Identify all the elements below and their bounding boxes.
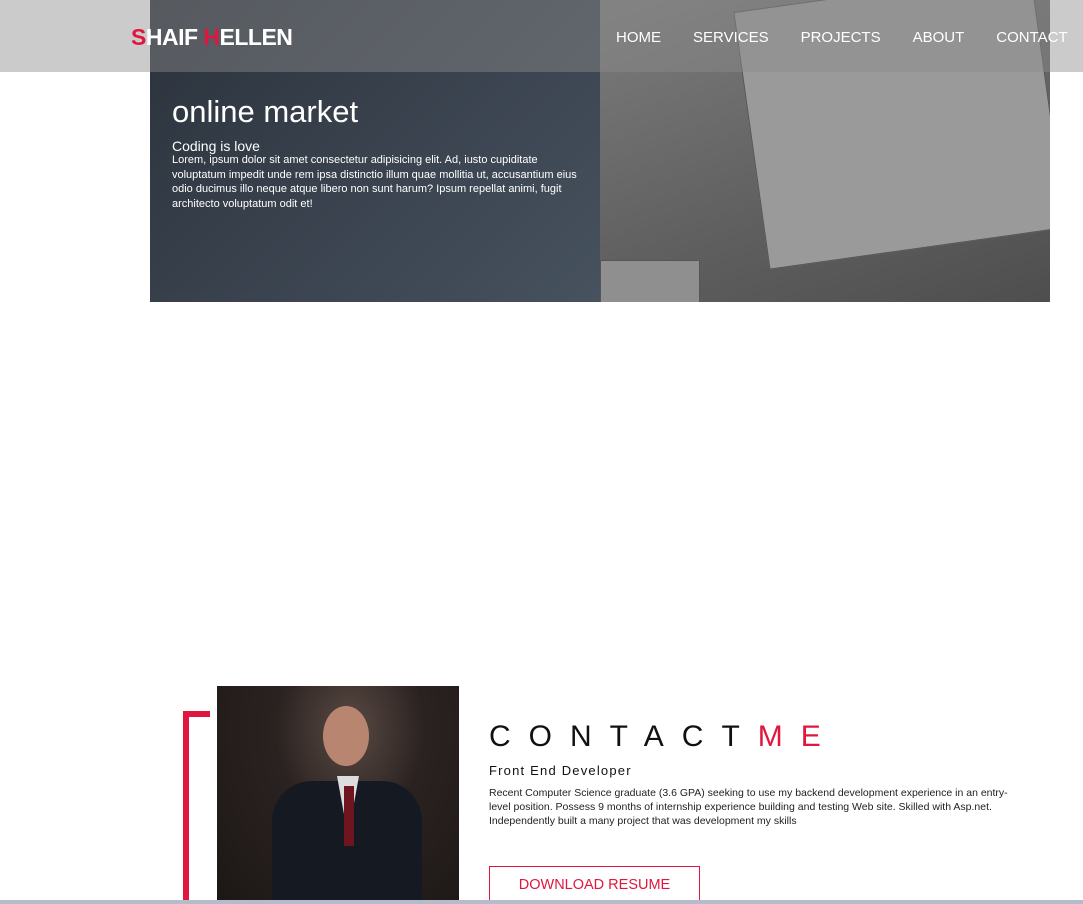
top-navbar: SHAIF HELLEN HOME SERVICES PROJECTS ABOU… [0, 0, 1083, 72]
job-role: Front End Developer [489, 763, 632, 778]
profile-photo [217, 686, 459, 904]
contact-word: CONTACT [489, 720, 758, 753]
logo[interactable]: SHAIF HELLEN [131, 24, 293, 51]
nav-home[interactable]: HOME [616, 29, 661, 46]
logo-h: H [203, 24, 220, 50]
bottom-border [0, 900, 1083, 904]
profile-description: Recent Computer Science graduate (3.6 GP… [489, 787, 1008, 827]
download-resume-button[interactable]: DOWNLOAD RESUME [489, 866, 700, 903]
hero-text: Lorem, ipsum dolor sit amet consectetur … [172, 154, 577, 210]
logo-s: S [131, 24, 146, 50]
hero-subtitle: Coding is love [172, 138, 260, 154]
nav-contact[interactable]: CONTACT [996, 29, 1067, 46]
accent-bracket [183, 711, 210, 904]
nav-about[interactable]: ABOUT [913, 29, 965, 46]
nav-menu: HOME SERVICES PROJECTS ABOUT CONTACT [616, 29, 1068, 46]
logo-haif: HAIF [145, 24, 204, 50]
logo-ellen: ELLEN [219, 24, 293, 50]
nav-projects[interactable]: PROJECTS [801, 29, 881, 46]
hero-title: online market [172, 94, 359, 129]
nav-services[interactable]: SERVICES [693, 29, 769, 46]
me-word: ME [757, 720, 839, 753]
contact-heading: CONTACTME [489, 720, 839, 754]
